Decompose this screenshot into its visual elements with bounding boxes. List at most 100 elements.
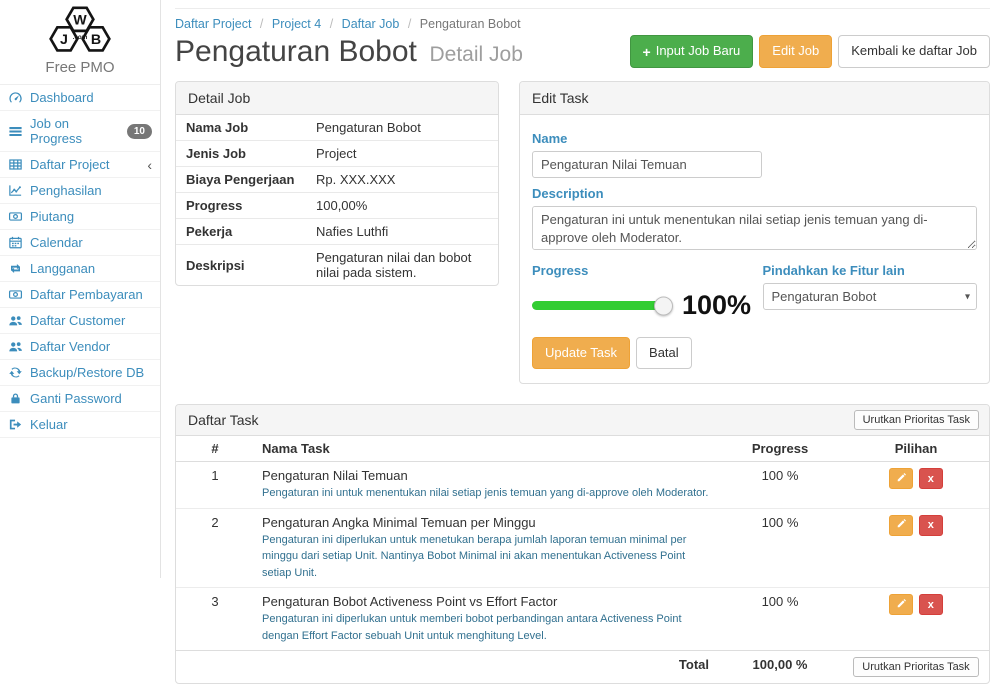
- edit-pencil-icon: [896, 472, 907, 486]
- edit-task-panel-title: Edit Task: [520, 82, 989, 115]
- task-row: 3 Pengaturan Bobot Activeness Point vs E…: [176, 588, 989, 651]
- sidebar-item-daftar-pembayaran[interactable]: Daftar Pembayaran: [0, 282, 160, 308]
- column-pilihan: Pilihan: [843, 436, 989, 462]
- edit-task-row-button[interactable]: [889, 468, 913, 489]
- retweet-icon: [8, 261, 23, 276]
- sidebar-item-label: Keluar: [30, 417, 68, 432]
- progress-value: 100%: [682, 290, 751, 321]
- footer-actions-cell: Urutkan Prioritas Task: [843, 651, 989, 684]
- task-table-footer-row: Total 100,00 % Urutkan Prioritas Task: [176, 651, 989, 684]
- lock-icon: [8, 391, 23, 406]
- task-actions-cell: x: [843, 588, 989, 651]
- task-name: Pengaturan Bobot Activeness Point vs Eff…: [262, 594, 709, 609]
- sidebar-item-label: Daftar Customer: [30, 313, 125, 328]
- breadcrumb-daftar-project[interactable]: Daftar Project: [175, 17, 251, 31]
- task-progress: 100 %: [717, 588, 843, 651]
- sidebar-item-keluar[interactable]: Keluar: [0, 412, 160, 438]
- batal-button[interactable]: Batal: [636, 337, 692, 369]
- edit-task-panel: Edit Task Name Description Pengaturan in…: [519, 81, 990, 384]
- task-description: Pengaturan ini untuk menentukan nilai se…: [262, 485, 709, 502]
- input-job-baru-button[interactable]: + Input Job Baru: [630, 35, 754, 67]
- column-num: #: [176, 436, 254, 462]
- task-table-header-row: # Nama Task Progress Pilihan: [176, 436, 989, 462]
- sidebar-item-ganti-password[interactable]: Ganti Password: [0, 386, 160, 412]
- task-table: # Nama Task Progress Pilihan 1 Pengatura…: [176, 436, 989, 683]
- sidebar-item-backup-restore-db[interactable]: Backup/Restore DB: [0, 360, 160, 386]
- name-label: Name: [532, 131, 977, 146]
- move-column: Pindahkan ke Fitur lain Pengaturan Bobot…: [755, 255, 978, 321]
- kembali-ke-daftar-job-button[interactable]: Kembali ke daftar Job: [838, 35, 990, 67]
- task-description-textarea[interactable]: Pengaturan ini untuk menentukan nilai se…: [532, 206, 977, 250]
- sidebar-item-label: Job on Progress: [30, 116, 120, 146]
- update-task-button[interactable]: Update Task: [532, 337, 630, 369]
- progress-slider[interactable]: [532, 301, 664, 310]
- edit-task-body: Name Description Pengaturan ini untuk me…: [520, 115, 989, 383]
- svg-text:B: B: [91, 32, 101, 48]
- task-num: 3: [176, 588, 254, 651]
- edit-task-row-button[interactable]: [889, 594, 913, 615]
- task-name-cell: Pengaturan Nilai Temuan Pengaturan ini u…: [254, 462, 717, 509]
- delete-task-row-button[interactable]: x: [919, 515, 943, 536]
- sidebar-item-label: Daftar Vendor: [30, 339, 110, 354]
- move-feature-select[interactable]: Pengaturan Bobot: [763, 283, 978, 310]
- detail-label: Pekerja: [176, 219, 306, 245]
- page-header: Pengaturan Bobot Detail Job + Input Job …: [175, 35, 990, 68]
- task-row: 2 Pengaturan Angka Minimal Temuan per Mi…: [176, 508, 989, 588]
- delete-task-row-button[interactable]: x: [919, 594, 943, 615]
- breadcrumb-project-4[interactable]: Project 4: [272, 17, 321, 31]
- column-progress: Progress: [717, 436, 843, 462]
- delete-task-row-button[interactable]: x: [919, 468, 943, 489]
- money-icon: [8, 209, 23, 224]
- task-row: 1 Pengaturan Nilai Temuan Pengaturan ini…: [176, 462, 989, 509]
- task-description: Pengaturan ini diperlukan untuk memberi …: [262, 611, 709, 644]
- sidebar-item-daftar-project[interactable]: Daftar Project ‹: [0, 152, 160, 178]
- sidebar-item-penghasilan[interactable]: Penghasilan: [0, 178, 160, 204]
- sidebar-item-label: Penghasilan: [30, 183, 102, 198]
- edit-task-row-button[interactable]: [889, 515, 913, 536]
- sidebar-item-langganan[interactable]: Langganan: [0, 256, 160, 282]
- breadcrumb-daftar-job[interactable]: Daftar Job: [342, 17, 400, 31]
- detail-row-jenis-job: Jenis Job Project: [176, 141, 498, 167]
- total-label: Total: [254, 651, 717, 684]
- detail-row-biaya-pengerjaan: Biaya Pengerjaan Rp. XXX.XXX: [176, 167, 498, 193]
- detail-label: Nama Job: [176, 115, 306, 141]
- edit-job-button[interactable]: Edit Job: [759, 35, 832, 67]
- users-icon: [8, 313, 23, 328]
- chevron-left-icon: ‹: [147, 158, 152, 172]
- task-description: Pengaturan ini diperlukan untuk menetuka…: [262, 532, 709, 582]
- column-nama-task: Nama Task: [254, 436, 717, 462]
- sidebar-item-calendar[interactable]: Calendar: [0, 230, 160, 256]
- urutkan-prioritas-task-button-top[interactable]: Urutkan Prioritas Task: [854, 410, 979, 430]
- sidebar: W J B .com Free PMO Dashboard Job on Pro…: [0, 0, 161, 578]
- button-label: Input Job Baru: [656, 42, 741, 60]
- sidebar-item-daftar-vendor[interactable]: Daftar Vendor: [0, 334, 160, 360]
- breadcrumb: Daftar Project / Project 4 / Daftar Job …: [175, 17, 990, 31]
- button-label: Kembali ke daftar Job: [851, 42, 977, 60]
- daftar-task-header: Daftar Task Urutkan Prioritas Task: [176, 405, 989, 436]
- svg-text:W: W: [73, 13, 87, 29]
- breadcrumb-separator: /: [330, 17, 333, 31]
- detail-value: Rp. XXX.XXX: [306, 167, 498, 193]
- task-name-input[interactable]: [532, 151, 762, 178]
- progress-label: Progress: [532, 263, 755, 278]
- sidebar-item-dashboard[interactable]: Dashboard: [0, 85, 160, 111]
- urutkan-prioritas-task-button-bottom[interactable]: Urutkan Prioritas Task: [853, 657, 978, 677]
- detail-value: Nafies Luthfi: [306, 219, 498, 245]
- svg-text:J: J: [60, 32, 68, 48]
- top-divider: [175, 8, 990, 9]
- button-label: Edit Job: [772, 42, 819, 60]
- sidebar-item-daftar-customer[interactable]: Daftar Customer: [0, 308, 160, 334]
- detail-row-deskripsi: Deskripsi Pengaturan nilai dan bobot nil…: [176, 245, 498, 286]
- sidebar-item-label: Piutang: [30, 209, 74, 224]
- edit-task-actions: Update Task Batal: [532, 337, 977, 369]
- edit-pencil-icon: [896, 518, 907, 532]
- description-label: Description: [532, 186, 977, 201]
- sidebar-item-job-on-progress[interactable]: Job on Progress 10: [0, 111, 160, 152]
- sidebar-item-piutang[interactable]: Piutang: [0, 204, 160, 230]
- detail-value: Pengaturan nilai dan bobot nilai pada si…: [306, 245, 498, 286]
- progress-slider-thumb[interactable]: [654, 296, 673, 315]
- sidebar-item-label: Backup/Restore DB: [30, 365, 144, 380]
- jwb-logo-icon: W J B .com: [41, 6, 119, 54]
- detail-job-table: Nama Job Pengaturan Bobot Jenis Job Proj…: [176, 115, 498, 285]
- money-icon: [8, 287, 23, 302]
